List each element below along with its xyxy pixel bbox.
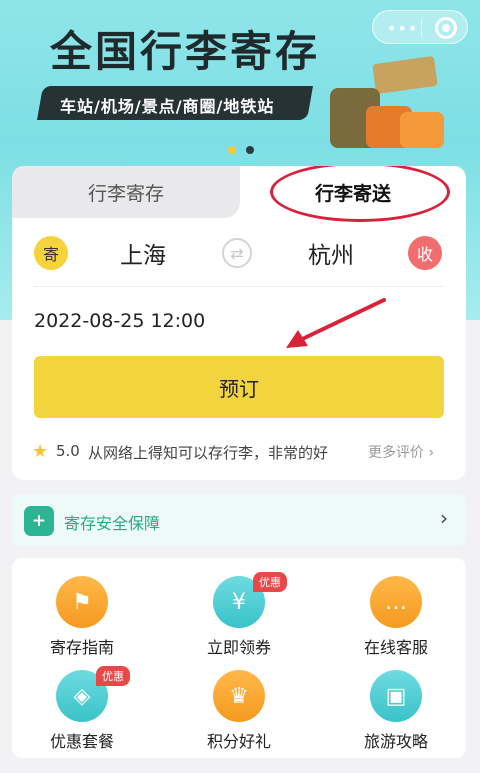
pickup-datetime[interactable]: 2022-08-25 12:00 xyxy=(34,310,205,332)
more-menu-icon[interactable]: ••• xyxy=(387,19,418,38)
annotation-arrow xyxy=(286,298,386,348)
banner-tagline: 车站/机场/景点/商圈/地铁站 xyxy=(60,97,275,116)
grid-item-discount-package[interactable]: ◈ 优惠 优惠套餐 xyxy=(22,658,142,751)
suitcase-illustration xyxy=(330,55,450,160)
booking-card: 行李寄存 行李寄送 寄 上海 ⇄ 杭州 收 2022-08-25 12:00 预… xyxy=(12,166,466,480)
shield-icon: + xyxy=(24,506,54,536)
more-reviews-link[interactable]: 更多评价 › xyxy=(368,442,434,462)
discount-badge: 优惠 xyxy=(96,666,130,686)
send-badge: 寄 xyxy=(34,236,68,270)
signpost-icon: ⚑ xyxy=(56,576,108,628)
service-grid: ⚑ 寄存指南 ¥ 优惠 立即领券 … 在线客服 ◈ 优惠 优惠套餐 ♛ 积分好礼… xyxy=(12,558,466,758)
grid-item-label: 寄存指南 xyxy=(49,638,114,657)
grid-item-storage-guide[interactable]: ⚑ 寄存指南 xyxy=(22,564,142,657)
capsule-divider xyxy=(421,19,422,37)
safety-guarantee-label: 寄存安全保障 xyxy=(64,514,161,533)
destination-city[interactable]: 杭州 xyxy=(308,236,354,270)
grid-item-label: 积分好礼 xyxy=(206,732,271,751)
safety-guarantee-bar[interactable]: + 寄存安全保障 › xyxy=(12,494,466,546)
tab-luggage-storage[interactable]: 行李寄存 xyxy=(12,166,240,218)
chevron-right-icon: › xyxy=(440,506,448,530)
review-snippet: 从网络上得知可以存行李，非常的好 xyxy=(88,444,329,462)
discount-badge: 优惠 xyxy=(253,572,287,592)
banner-title: 全国行李寄存 xyxy=(50,27,321,76)
travel-sign-illustration xyxy=(372,55,438,95)
grid-item-label: 旅游攻略 xyxy=(363,732,428,751)
rating-row[interactable]: ★ 5.0 从网络上得知可以存行李，非常的好 更多评价 › xyxy=(32,440,452,464)
grid-item-get-coupon[interactable]: ¥ 优惠 立即领券 xyxy=(179,564,299,657)
grid-item-label: 立即领券 xyxy=(206,638,271,657)
miniapp-capsule[interactable]: ••• xyxy=(372,10,468,44)
receive-badge: 收 xyxy=(408,236,442,270)
swap-cities-icon[interactable]: ⇄ xyxy=(222,238,252,268)
star-icon: ★ xyxy=(32,441,49,462)
grid-item-points-rewards[interactable]: ♛ 积分好礼 xyxy=(179,658,299,751)
guidebook-icon: ▣ xyxy=(370,670,422,722)
suitcase-icon xyxy=(400,112,444,148)
chat-icon: … xyxy=(370,576,422,628)
carousel-dot-active[interactable] xyxy=(228,146,236,154)
origin-city[interactable]: 上海 xyxy=(120,236,166,270)
divider xyxy=(34,286,444,287)
carousel-dot[interactable] xyxy=(246,146,254,154)
grid-item-label: 在线客服 xyxy=(363,638,428,657)
grid-item-travel-guide[interactable]: ▣ 旅游攻略 xyxy=(336,658,456,751)
grid-item-online-service[interactable]: … 在线客服 xyxy=(336,564,456,657)
book-button[interactable]: 预订 xyxy=(34,356,444,418)
grid-item-label: 优惠套餐 xyxy=(49,732,114,751)
close-miniapp-icon[interactable] xyxy=(435,17,457,39)
crown-icon: ♛ xyxy=(213,670,265,722)
route-row: 寄 上海 ⇄ 杭州 收 xyxy=(12,232,466,286)
rating-score: 5.0 xyxy=(56,442,80,460)
